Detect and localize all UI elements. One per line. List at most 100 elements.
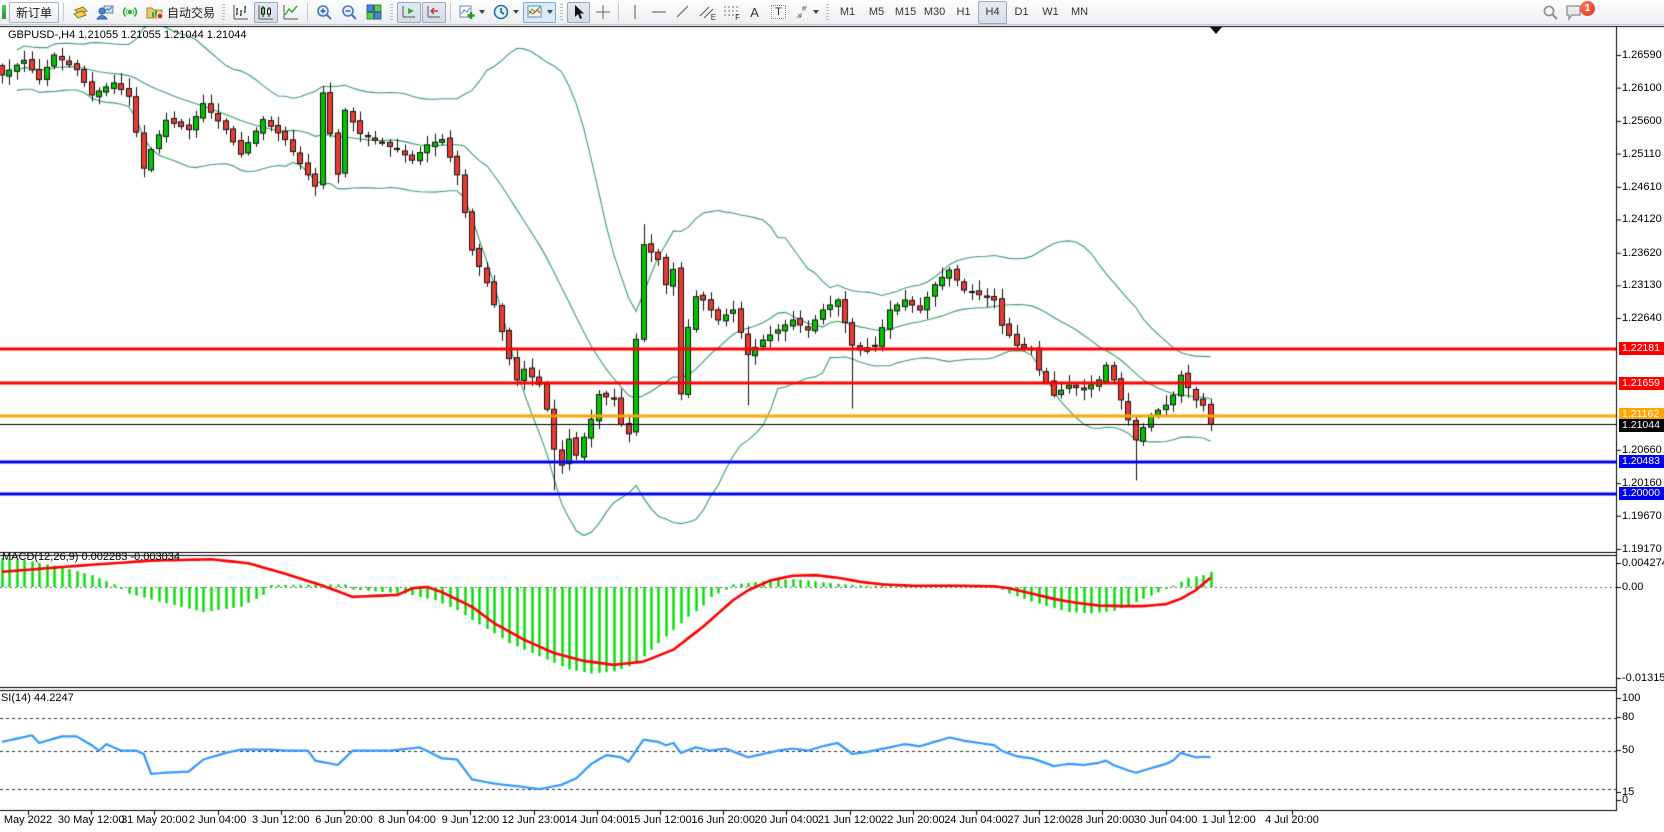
price-level-tag: 1.20000 [1619,487,1664,500]
price-axis-label: 1.19670 [1622,510,1662,522]
candlestick-chart-icon [257,3,275,21]
search-icon[interactable] [1542,4,1559,21]
time-axis-label: 16 Jun 20:00 [691,814,755,826]
grip [560,4,563,21]
auto-trading-icon [146,3,164,21]
timeframe-m30[interactable]: M30 [920,1,949,24]
ohlc-values: 1.21055 1.21055 1.21044 1.21044 [78,29,246,41]
price-axis-label: 1.24120 [1622,213,1662,225]
new-chart-icon [458,3,476,21]
zoom-out-icon [340,3,358,21]
indicators-button[interactable] [523,2,556,23]
macd-axis-label: 0.00 [1622,581,1643,593]
rsi-axis-label: 80 [1622,711,1634,723]
auto-trading-button[interactable]: 自动交易 [143,2,218,23]
zoom-out-button[interactable] [337,2,361,23]
time-axis-label: 30 Jun 04:00 [1134,814,1198,826]
vertical-line-icon [627,4,643,20]
price-axis-label: 1.22640 [1622,312,1662,324]
chart-shift-button[interactable] [422,2,446,23]
new-chart-button[interactable] [455,2,488,23]
text-label-button[interactable]: T [767,2,790,23]
period-clock-button[interactable] [489,2,522,23]
separator [307,3,308,21]
edge-clipped-icon [2,5,6,19]
time-axis-label: 31 May 20:00 [121,814,188,826]
auto-scroll-button[interactable] [397,2,421,23]
time-axis-label: 24 Jun 04:00 [944,814,1008,826]
channel-glyph: E [711,13,716,22]
new-order-button[interactable]: 新订单 [9,2,59,23]
zoom-in-button[interactable] [312,2,336,23]
price-axis-label: 1.24610 [1622,181,1662,193]
fibonacci-button[interactable]: F [719,2,742,23]
timeframe-h1[interactable]: H1 [949,1,978,24]
time-axis-label: 20 Jun 04:00 [755,814,819,826]
time-axis-label: 2 Jun 04:00 [189,814,247,826]
line-chart-button[interactable] [279,2,303,23]
time-axis-label: 3 Jun 12:00 [252,814,310,826]
macd-axis-label: 0.004274 [1622,557,1664,569]
chart-canvas[interactable] [0,25,1664,832]
tile-windows-icon [365,3,383,21]
price-axis-label: 1.23620 [1622,247,1662,259]
rsi-axis-label: 100 [1622,692,1640,704]
toolbar: 新订单 [0,0,1664,25]
timeframe-m1[interactable]: M1 [833,1,862,24]
time-axis-label: 28 Jun 20:00 [1071,814,1135,826]
signal-button[interactable] [118,2,142,23]
chart-shift-marker-icon[interactable] [1210,27,1222,34]
cursor-button[interactable] [567,2,590,23]
crosshair-button[interactable] [591,2,614,23]
price-axis-label: 1.23130 [1622,279,1662,291]
market-gold-icon [71,3,89,21]
time-axis-label: 27 Jun 12:00 [1007,814,1071,826]
timeframe-w1[interactable]: W1 [1036,1,1065,24]
time-axis-label: 22 Jun 20:00 [881,814,945,826]
time-axis-label: 8 Jun 04:00 [378,814,436,826]
zoom-in-icon [315,3,333,21]
separator [63,3,64,21]
time-axis-label: 12 Jun 23:00 [502,814,566,826]
cursor-icon [571,4,587,20]
bar-chart-button[interactable] [229,2,253,23]
grip [222,4,225,21]
price-level-tag: 1.20483 [1619,455,1664,468]
time-axis-label: 6 Jun 20:00 [315,814,373,826]
price-axis-label: 1.20660 [1622,444,1662,456]
rsi-indicator-label: RSI(14) 44.2247 [0,692,74,704]
price-axis-label: 1.26100 [1622,82,1662,94]
timeframe-d1[interactable]: D1 [1007,1,1036,24]
dropdown-caret [479,10,485,14]
time-axis-label: 15 Jun 12:00 [628,814,692,826]
text-button[interactable]: A [743,2,766,23]
grip [390,4,393,21]
trader-button[interactable] [93,2,117,23]
horizontal-line-button[interactable] [647,2,670,23]
signal-icon [121,3,139,21]
candlestick-chart-button[interactable] [254,2,278,23]
notification-badge[interactable]: 1 [1580,1,1595,16]
rsi-axis-label: 0 [1622,794,1628,806]
timeframe-h4[interactable]: H4 [978,1,1007,24]
price-level-tag: 1.21659 [1619,377,1664,390]
bar-chart-icon [232,3,250,21]
price-level-tag: 1.22181 [1619,342,1664,355]
trendline-button[interactable] [671,2,694,23]
market-gold-button[interactable] [68,2,92,23]
arrows-button[interactable] [791,2,822,23]
time-axis-label: 30 May 12:00 [58,814,125,826]
macd-axis-label: -0.013153 [1622,672,1664,684]
timeframe-m5[interactable]: M5 [862,1,891,24]
timeframe-m15[interactable]: M15 [891,1,920,24]
horizontal-line-icon [651,4,667,20]
vertical-line-button[interactable] [623,2,646,23]
timeframe-group: M1M5M15M30H1H4D1W1MN [833,1,1094,24]
mt4-window: 新订单 [0,0,1664,832]
tile-windows-button[interactable] [362,2,386,23]
channel-button[interactable]: E [695,2,718,23]
price-axis-label: 1.19170 [1622,543,1662,555]
separator [450,3,451,21]
timeframe-mn[interactable]: MN [1065,1,1094,24]
indicators-icon [526,3,544,21]
